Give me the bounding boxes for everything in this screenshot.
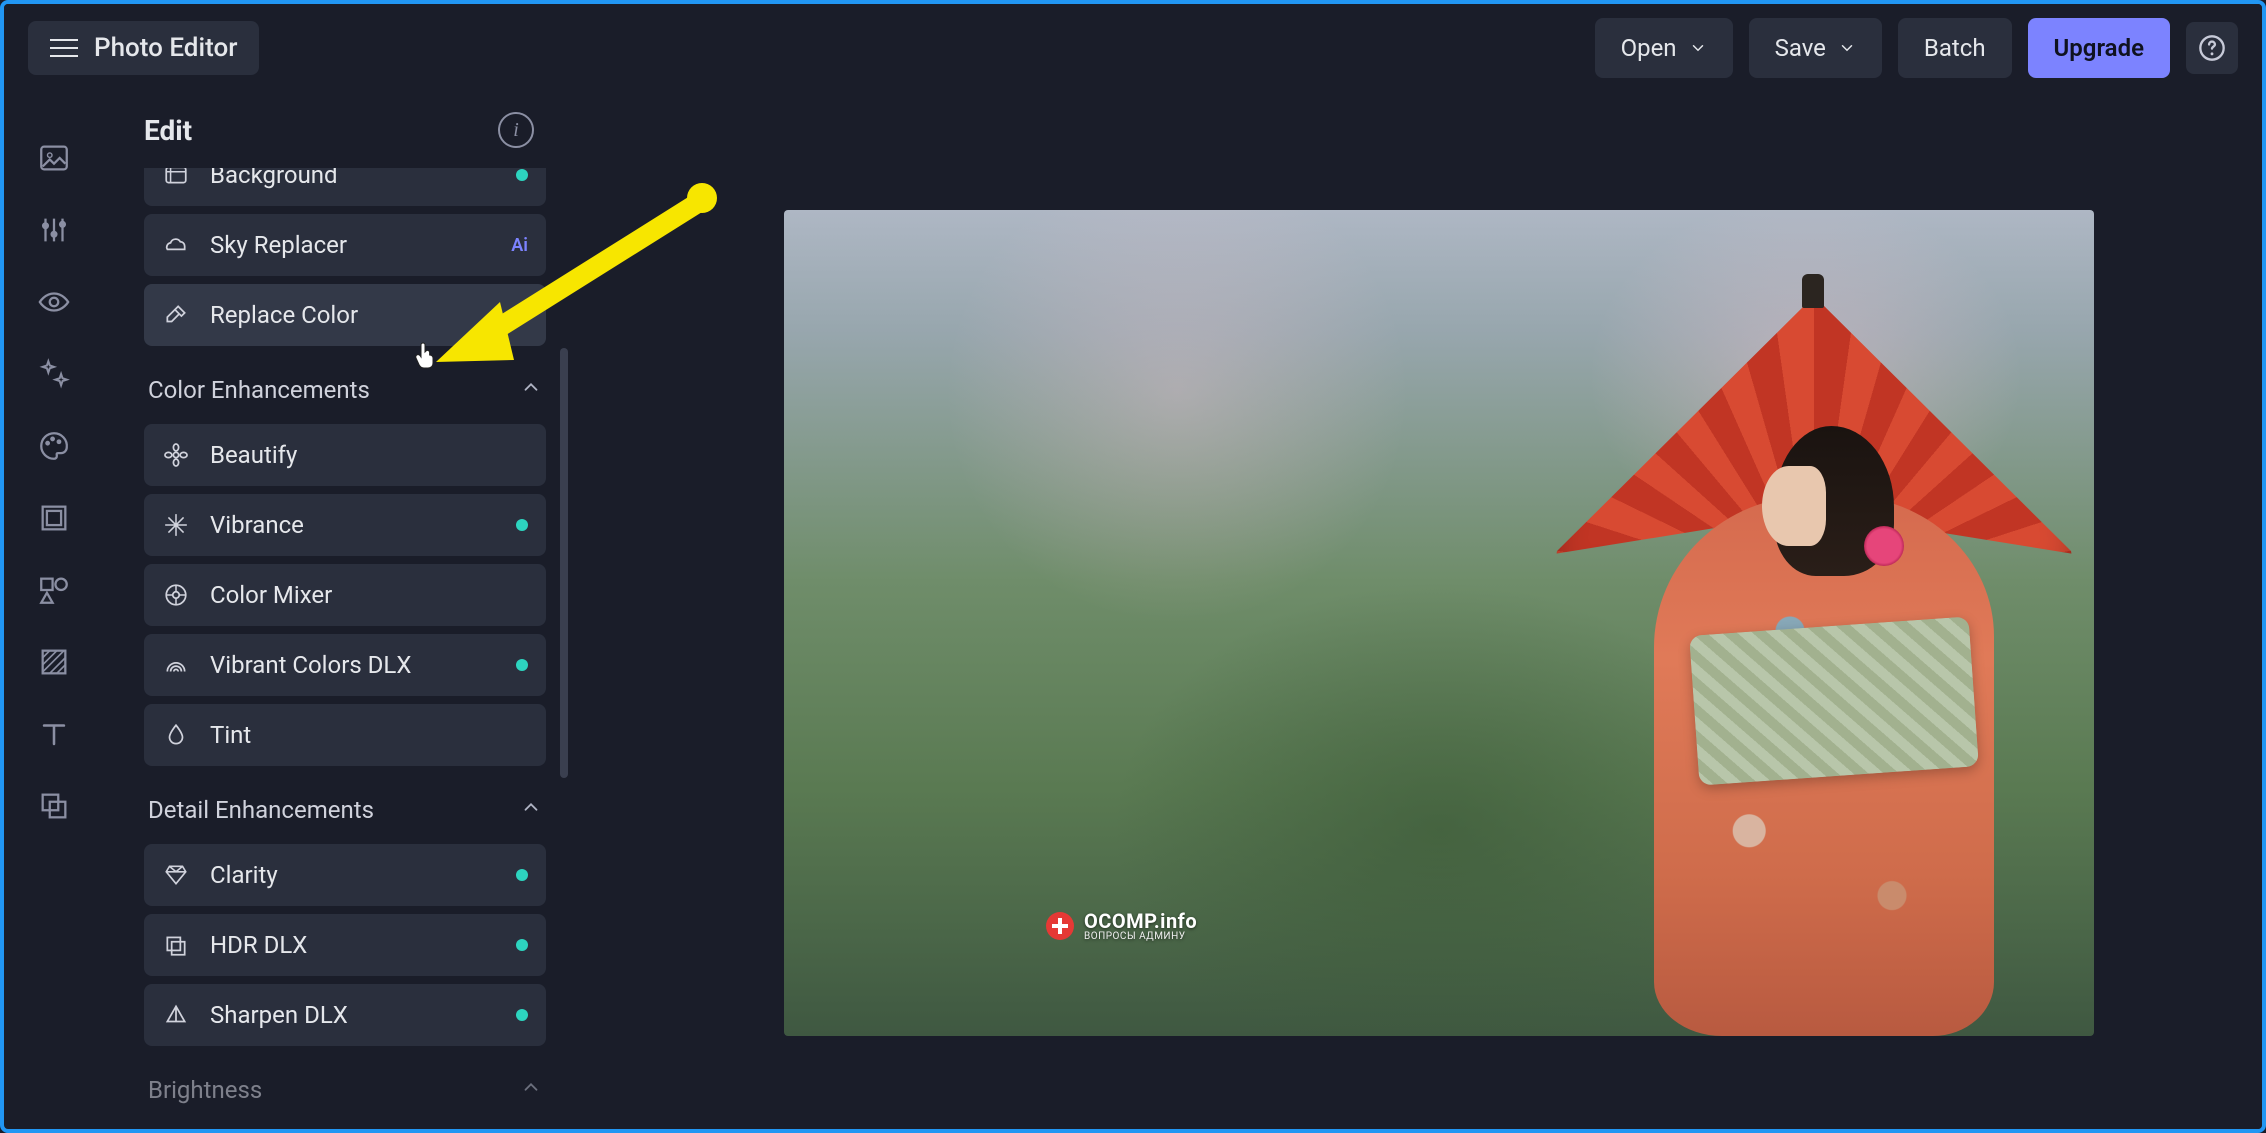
indicator-dot bbox=[516, 939, 528, 951]
chevron-up-icon bbox=[520, 376, 542, 404]
rail-sparkles-icon[interactable] bbox=[36, 356, 72, 392]
open-button-label: Open bbox=[1621, 34, 1677, 62]
triangle-icon bbox=[162, 1001, 190, 1029]
tool-beautify[interactable]: Beautify bbox=[144, 424, 546, 486]
tool-label: Vibrance bbox=[210, 511, 496, 539]
tool-background[interactable]: Background bbox=[144, 168, 546, 206]
indicator-dot bbox=[516, 169, 528, 181]
indicator-dot bbox=[516, 519, 528, 531]
rail-texture-icon[interactable] bbox=[36, 644, 72, 680]
rainbow-icon bbox=[162, 651, 190, 679]
flower-icon bbox=[162, 441, 190, 469]
watermark-cross-icon bbox=[1046, 912, 1074, 940]
app-title: Photo Editor bbox=[94, 33, 237, 63]
section-title-label: Detail Enhancements bbox=[148, 796, 374, 824]
help-button[interactable] bbox=[2186, 22, 2238, 74]
rail-shapes-icon[interactable] bbox=[36, 572, 72, 608]
indicator-dot bbox=[516, 869, 528, 881]
watermark-main: OCOMP.info bbox=[1084, 909, 1197, 933]
help-icon bbox=[2198, 34, 2226, 62]
tool-rail bbox=[4, 92, 104, 1129]
upgrade-button-label: Upgrade bbox=[2054, 34, 2144, 62]
tool-label: Tint bbox=[210, 721, 528, 749]
section-brightness[interactable]: Brightness bbox=[144, 1054, 546, 1124]
rail-palette-icon[interactable] bbox=[36, 428, 72, 464]
watermark: OCOMP.info ВОПРОСЫ АДМИНУ bbox=[1046, 909, 1197, 942]
tool-color-mixer[interactable]: Color Mixer bbox=[144, 564, 546, 626]
tool-label: Color Mixer bbox=[210, 581, 528, 609]
tool-hdr-dlx[interactable]: HDR DLX bbox=[144, 914, 546, 976]
tool-label: Beautify bbox=[210, 441, 528, 469]
body: Edit i Background Sky Replacer Ai Replac bbox=[4, 92, 2262, 1129]
canvas-area: OCOMP.info ВОПРОСЫ АДМИНУ bbox=[574, 92, 2262, 1129]
indicator-dot bbox=[516, 659, 528, 671]
diamond-icon bbox=[162, 861, 190, 889]
photo-subject bbox=[1654, 276, 1994, 1036]
tool-label: Background bbox=[210, 168, 496, 189]
rail-text-icon[interactable] bbox=[36, 716, 72, 752]
chevron-down-icon bbox=[1838, 39, 1856, 57]
tool-tint[interactable]: Tint bbox=[144, 704, 546, 766]
panel-title: Edit bbox=[144, 114, 192, 147]
tool-label: Vibrant Colors DLX bbox=[210, 651, 496, 679]
app-title-group: Photo Editor bbox=[28, 21, 259, 75]
section-color-enhancements[interactable]: Color Enhancements bbox=[144, 354, 546, 424]
rail-frame-icon[interactable] bbox=[36, 500, 72, 536]
tool-replace-color[interactable]: Replace Color bbox=[144, 284, 546, 346]
rail-adjust-icon[interactable] bbox=[36, 212, 72, 248]
save-button-label: Save bbox=[1775, 34, 1826, 62]
tool-label: Replace Color bbox=[210, 301, 496, 329]
indicator-dot bbox=[516, 1009, 528, 1021]
section-title-label: Color Enhancements bbox=[148, 376, 370, 404]
info-icon[interactable]: i bbox=[498, 112, 534, 148]
ai-badge: Ai bbox=[511, 235, 528, 256]
rail-image-icon[interactable] bbox=[36, 140, 72, 176]
sky-icon bbox=[162, 231, 190, 259]
topbar: Photo Editor Open Save Batch Upgrade bbox=[4, 4, 2262, 92]
edit-panel: Edit i Background Sky Replacer Ai Replac bbox=[104, 92, 574, 1129]
tool-vibrance[interactable]: Vibrance bbox=[144, 494, 546, 556]
chevron-up-icon bbox=[520, 796, 542, 824]
hamburger-menu-icon[interactable] bbox=[50, 34, 78, 62]
eyedropper-icon bbox=[162, 301, 190, 329]
chevron-up-icon bbox=[520, 1076, 542, 1104]
tool-label: Sky Replacer bbox=[210, 231, 491, 259]
tool-sky-replacer[interactable]: Sky Replacer Ai bbox=[144, 214, 546, 276]
watermark-sub: ВОПРОСЫ АДМИНУ bbox=[1084, 931, 1197, 942]
open-button[interactable]: Open bbox=[1595, 18, 1733, 78]
indicator-dot bbox=[516, 309, 528, 321]
section-title-label: Brightness bbox=[148, 1076, 262, 1104]
canvas-photo[interactable]: OCOMP.info ВОПРОСЫ АДМИНУ bbox=[784, 210, 2094, 1036]
tool-label: HDR DLX bbox=[210, 931, 496, 959]
scrollbar-thumb[interactable] bbox=[560, 348, 568, 778]
tool-label: Clarity bbox=[210, 861, 496, 889]
tool-vibrant-colors-dlx[interactable]: Vibrant Colors DLX bbox=[144, 634, 546, 696]
drop-icon bbox=[162, 721, 190, 749]
rail-eye-icon[interactable] bbox=[36, 284, 72, 320]
rail-overlay-icon[interactable] bbox=[36, 788, 72, 824]
layers-icon bbox=[162, 931, 190, 959]
batch-button-label: Batch bbox=[1924, 34, 1986, 62]
tool-label: Sharpen DLX bbox=[210, 1001, 496, 1029]
sparkle-icon bbox=[162, 511, 190, 539]
tool-sharpen-dlx[interactable]: Sharpen DLX bbox=[144, 984, 546, 1046]
upgrade-button[interactable]: Upgrade bbox=[2028, 18, 2170, 78]
batch-button[interactable]: Batch bbox=[1898, 18, 2012, 78]
tool-clarity[interactable]: Clarity bbox=[144, 844, 546, 906]
section-detail-enhancements[interactable]: Detail Enhancements bbox=[144, 774, 546, 844]
save-button[interactable]: Save bbox=[1749, 18, 1882, 78]
background-icon bbox=[162, 168, 190, 189]
chevron-down-icon bbox=[1689, 39, 1707, 57]
panel-body: Background Sky Replacer Ai Replace Color… bbox=[104, 168, 574, 1129]
wheel-icon bbox=[162, 581, 190, 609]
